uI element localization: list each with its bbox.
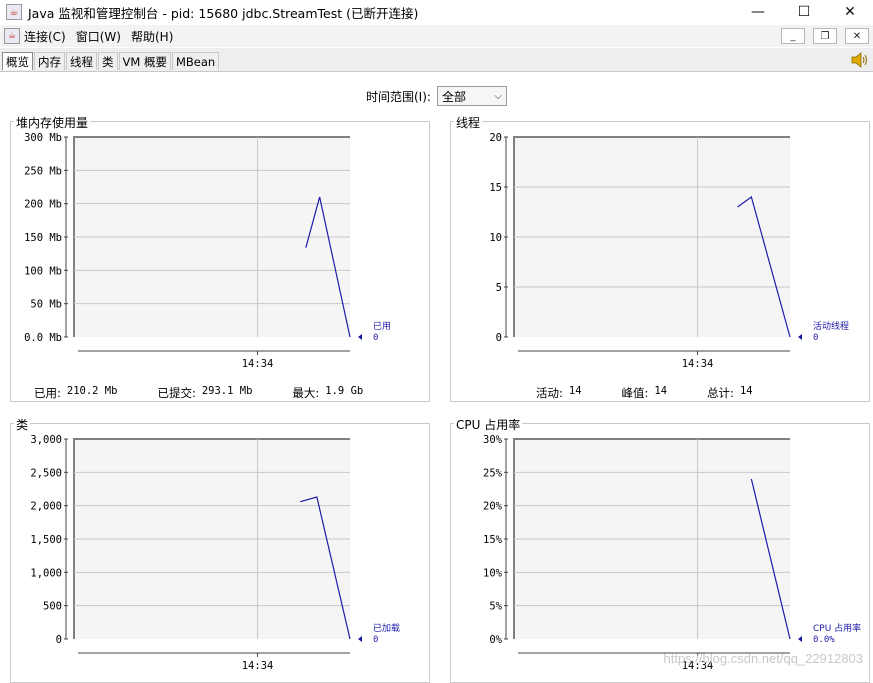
y-tick-label: 15% xyxy=(483,534,503,546)
x-tick-label: 14:34 xyxy=(242,660,274,672)
stat-label: 总计: xyxy=(707,386,734,400)
classes-panel: 类 3,000 2,500 2,000 1,500 1,000 500 0 14:34 已加载 0 xyxy=(10,416,430,683)
time-range-control: 时间范围(I): 全部 ⌵ xyxy=(366,86,507,106)
y-tick-label: 25% xyxy=(483,467,503,479)
heap-stats: 已用: 210.2 Mb 已提交: 293.1 Mb 最大: 1.9 Gb xyxy=(34,385,363,401)
y-tick-label: 15 xyxy=(489,182,502,194)
heap-memory-panel: 堆内存使用量 300 Mb 250 Mb 200 Mb 150 Mb 100 Mb 50 … xyxy=(10,114,430,402)
internal-frame-controls: _ ❐ ✕ xyxy=(781,28,869,44)
y-tick-label: 150 Mb xyxy=(24,232,62,244)
classes-chart: 3,0002,5002,0001,5001,000500014:34已加载0 xyxy=(30,434,400,672)
tab-mbean[interactable]: MBean xyxy=(171,52,220,70)
legend-current-value: 0 xyxy=(373,333,378,343)
y-tick-label: 100 Mb xyxy=(24,265,62,277)
y-tick-label: 20% xyxy=(483,501,503,513)
speaker-icon[interactable] xyxy=(851,52,869,68)
stat-label: 最大: xyxy=(292,386,320,400)
legend-series-name: 活动线程 xyxy=(813,320,849,332)
window-controls: — ☐ ✕ xyxy=(735,0,873,24)
time-range-label: 时间范围(I): xyxy=(366,89,431,104)
legend-series-name: 已加载 xyxy=(373,622,400,634)
legend-arrow-icon xyxy=(358,636,362,642)
legend-current-value: 0.0% xyxy=(813,635,835,645)
tab-bar: 概览 内存 线程 类 VM 概要 MBean xyxy=(0,48,873,72)
y-tick-label: 10 xyxy=(489,232,502,244)
y-tick-label: 1,000 xyxy=(30,567,62,579)
close-button[interactable]: ✕ xyxy=(827,0,873,24)
menu-bar: ☕ 连接(C) 窗口(W) 帮助(H) _ ❐ ✕ xyxy=(0,25,873,47)
y-tick-label: 10% xyxy=(483,567,503,579)
y-tick-label: 2,500 xyxy=(30,467,62,479)
tab-classes[interactable]: 类 xyxy=(98,52,118,70)
y-tick-label: 200 Mb xyxy=(24,199,62,211)
y-tick-label: 0.0 Mb xyxy=(24,332,62,344)
threads-chart: 2015105014:34活动线程0 xyxy=(489,132,849,370)
x-tick-label: 14:34 xyxy=(682,358,714,370)
y-tick-label: 250 Mb xyxy=(24,165,62,177)
menu-help[interactable]: 帮助(H) xyxy=(131,28,173,45)
x-tick-label: 14:34 xyxy=(242,358,274,370)
y-tick-label: 3,000 xyxy=(30,434,62,446)
stat-value: 14 xyxy=(739,385,753,397)
y-tick-label: 0 xyxy=(496,332,502,344)
stat-value: 293.1 Mb xyxy=(201,385,253,397)
frame-minimize-button[interactable]: _ xyxy=(781,28,805,44)
stat-label: 已用: xyxy=(34,386,61,400)
legend-current-value: 0 xyxy=(373,635,378,645)
legend-arrow-icon xyxy=(798,334,802,340)
cpu-usage-chart: 30%25%20%15%10%5%0%14:34CPU 占用率0.0% xyxy=(483,434,861,672)
stat-label: 活动: xyxy=(536,386,563,400)
maximize-button[interactable]: ☐ xyxy=(781,0,827,24)
legend-arrow-icon xyxy=(358,334,362,340)
tab-overview[interactable]: 概览 xyxy=(2,52,33,70)
y-tick-label: 5% xyxy=(489,601,502,613)
y-tick-label: 30% xyxy=(483,434,503,446)
y-tick-label: 20 xyxy=(489,132,502,144)
stat-value: 210.2 Mb xyxy=(66,385,118,397)
frame-close-button[interactable]: ✕ xyxy=(845,28,869,44)
stat-label: 峰值: xyxy=(621,386,649,400)
y-tick-label: 2,000 xyxy=(30,501,62,513)
y-tick-label: 500 xyxy=(43,601,62,613)
java-app-icon: ☕ xyxy=(6,4,22,20)
menu-connection[interactable]: 连接(C) xyxy=(24,28,66,45)
stat-value: 1.9 Gb xyxy=(325,385,364,397)
thread-stats: 活动: 14 峰值: 14 总计: 14 xyxy=(536,385,753,401)
time-range-selected: 全部 xyxy=(441,89,466,104)
y-tick-label: 0% xyxy=(489,634,502,646)
legend-arrow-icon xyxy=(798,636,802,642)
minimize-button[interactable]: — xyxy=(735,0,781,24)
heap-memory-chart: 300 Mb 250 Mb 200 Mb 150 Mb 100 Mb 50 Mb 0.0 M… xyxy=(24,132,391,370)
y-tick-label: 50 Mb xyxy=(30,299,62,311)
y-tick-label: 5 xyxy=(496,282,502,294)
legend-current-value: 0 xyxy=(813,333,818,343)
threads-panel: 线程 20 15 10 5 0 14:34 活动线程 0 活动: 14 峰值: 14 总计: … xyxy=(450,114,870,402)
y-tick-label: 1,500 xyxy=(30,534,62,546)
java-menu-icon[interactable]: ☕ xyxy=(4,28,20,44)
y-tick-label: 300 Mb xyxy=(24,132,62,144)
stat-label: 已提交: xyxy=(157,386,196,400)
menu-window[interactable]: 窗口(W) xyxy=(76,28,121,45)
tab-memory[interactable]: 内存 xyxy=(34,52,65,70)
tabs: 概览 内存 线程 类 VM 概要 MBean xyxy=(2,52,220,70)
chevron-down-icon: ⌵ xyxy=(494,90,502,102)
stat-value: 14 xyxy=(568,385,582,397)
legend-series-name: CPU 占用率 xyxy=(813,622,861,634)
y-tick-label: 0 xyxy=(56,634,62,646)
frame-restore-button[interactable]: ❐ xyxy=(813,28,837,44)
window-title: Java 监视和管理控制台 - pid: 15680 jdbc.StreamTe… xyxy=(28,5,419,21)
cpu-usage-panel: CPU 占用率 30% 25% 20% 15% 10% 5% 0% 14:34 CPU 占用率 0… xyxy=(450,416,870,683)
watermark: https://blog.csdn.net/qq_22912803 xyxy=(663,651,864,666)
time-range-select[interactable]: 全部 ⌵ xyxy=(436,86,507,106)
tab-vm-summary[interactable]: VM 概要 xyxy=(118,52,171,70)
legend-series-name: 已用 xyxy=(373,321,391,332)
tab-threads[interactable]: 线程 xyxy=(66,52,97,70)
window-titlebar: ☕ Java 监视和管理控制台 - pid: 15680 jdbc.Stream… xyxy=(0,0,873,24)
stat-value: 14 xyxy=(654,385,668,397)
